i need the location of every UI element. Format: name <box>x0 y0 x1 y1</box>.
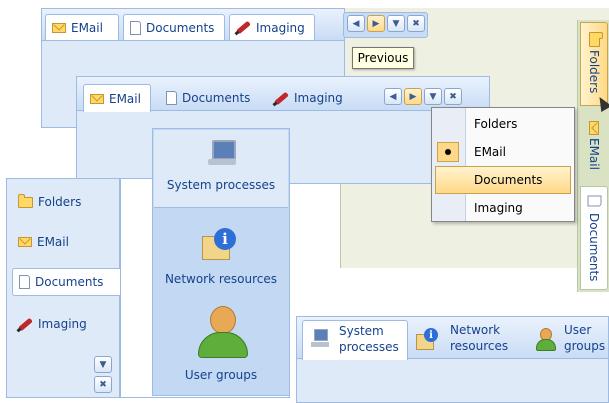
bottom-tab-user-groups-line2: groups <box>564 339 606 353</box>
bottom-tab-system-processes[interactable]: System processes <box>302 320 408 360</box>
middle-scroll-left-button[interactable]: ◀ <box>384 88 402 105</box>
right-tab-documents[interactable]: Documents <box>580 186 608 290</box>
envelope-icon <box>52 22 66 33</box>
middle-close-button[interactable]: ✖ <box>444 88 462 105</box>
big-item-network-resources[interactable]: i Network resources <box>154 220 288 298</box>
tooltip-previous: Previous <box>352 47 414 69</box>
computer-icon <box>206 140 236 166</box>
top-tab-documents-label: Documents <box>146 20 215 35</box>
top-tab-email-label: EMail <box>71 20 103 35</box>
tooltip-text: Previous <box>357 51 409 65</box>
checked-bullet-icon <box>437 142 459 162</box>
envelope-icon <box>90 93 104 104</box>
middle-tab-email[interactable]: EMail <box>83 84 151 112</box>
bottom-tab-user-groups[interactable]: User groups <box>526 320 609 360</box>
right-tab-folders-label: Folders <box>587 50 601 94</box>
middle-tab-documents-label: Documents <box>182 91 251 105</box>
middle-tab-documents[interactable]: Documents <box>160 84 264 112</box>
user-icon <box>536 328 556 351</box>
big-item-system-processes[interactable]: System processes <box>154 130 288 208</box>
big-item-user-groups-label: User groups <box>184 368 258 382</box>
left-item-documents[interactable]: Documents <box>12 268 120 296</box>
document-icon <box>587 195 601 207</box>
network-info-icon: i <box>202 228 236 260</box>
big-item-network-resources-label: Network resources <box>164 272 278 286</box>
left-item-email-label: EMail <box>37 235 69 249</box>
left-item-imaging[interactable]: Imaging <box>12 312 116 336</box>
menu-item-email[interactable]: EMail <box>432 138 572 166</box>
top-scroll-left-button[interactable]: ◀ <box>347 15 365 32</box>
menu-item-imaging[interactable]: Imaging <box>432 194 572 222</box>
top-tab-imaging-label: Imaging <box>256 20 305 35</box>
left-item-folders-label: Folders <box>38 195 82 209</box>
big-item-user-groups[interactable]: User groups <box>154 302 288 392</box>
right-tab-documents-label: Documents <box>587 213 601 282</box>
middle-tab-email-label: EMail <box>109 91 141 106</box>
left-item-folders[interactable]: Folders <box>12 190 116 214</box>
menu-item-imaging-label: Imaging <box>474 201 523 215</box>
network-info-icon: i <box>416 328 438 350</box>
menu-item-folders[interactable]: Folders <box>432 110 572 138</box>
middle-tab-imaging[interactable]: Imaging <box>268 84 358 112</box>
document-icon <box>130 20 141 35</box>
menu-item-email-label: EMail <box>474 145 506 159</box>
folder-icon <box>588 32 600 48</box>
middle-scroll-right-button[interactable]: ▶ <box>404 88 422 105</box>
tab-list-popup-menu: Folders EMail Documents Imaging <box>431 107 575 222</box>
bottom-tab-system-processes-line2: processes <box>339 340 399 354</box>
bottom-tab-network-resources-line1: Network <box>450 323 501 337</box>
big-item-system-processes-label: System processes <box>166 178 276 192</box>
bottom-tab-network-resources[interactable]: i Network resources <box>414 320 518 360</box>
document-icon <box>19 275 30 289</box>
envelope-icon <box>589 120 599 135</box>
bottom-tab-system-processes-line1: System <box>339 324 384 338</box>
bottom-tab-user-groups-line1: User <box>564 323 592 337</box>
left-item-imaging-label: Imaging <box>38 317 87 331</box>
top-scroll-right-button[interactable]: ▶ <box>367 15 385 32</box>
top-dropdown-button[interactable]: ▼ <box>387 15 405 32</box>
envelope-icon <box>18 237 32 247</box>
middle-tab-imaging-label: Imaging <box>294 91 343 105</box>
menu-item-folders-label: Folders <box>474 117 518 131</box>
middle-dropdown-button[interactable]: ▼ <box>424 88 442 105</box>
left-close-button[interactable]: ✖ <box>94 376 112 393</box>
document-icon <box>166 91 177 105</box>
right-tab-email-label: EMail <box>587 137 601 170</box>
folder-icon <box>18 193 33 208</box>
pen-icon <box>18 317 33 331</box>
computer-icon <box>311 329 329 349</box>
bottom-tab-network-resources-line2: resources <box>450 339 509 353</box>
pen-icon <box>236 20 251 35</box>
top-close-button[interactable]: ✖ <box>407 15 425 32</box>
left-item-email[interactable]: EMail <box>12 230 116 254</box>
pen-icon <box>274 91 289 105</box>
top-tab-imaging[interactable]: Imaging <box>229 14 315 40</box>
left-dropdown-button[interactable]: ▼ <box>94 356 112 373</box>
top-tab-email[interactable]: EMail <box>45 14 119 40</box>
left-item-documents-label: Documents <box>35 275 104 289</box>
menu-item-documents[interactable]: Documents <box>435 166 571 194</box>
menu-item-documents-label: Documents <box>474 173 543 187</box>
user-icon <box>198 306 248 358</box>
top-tab-documents[interactable]: Documents <box>123 14 225 40</box>
right-tab-email[interactable]: EMail <box>580 110 608 182</box>
